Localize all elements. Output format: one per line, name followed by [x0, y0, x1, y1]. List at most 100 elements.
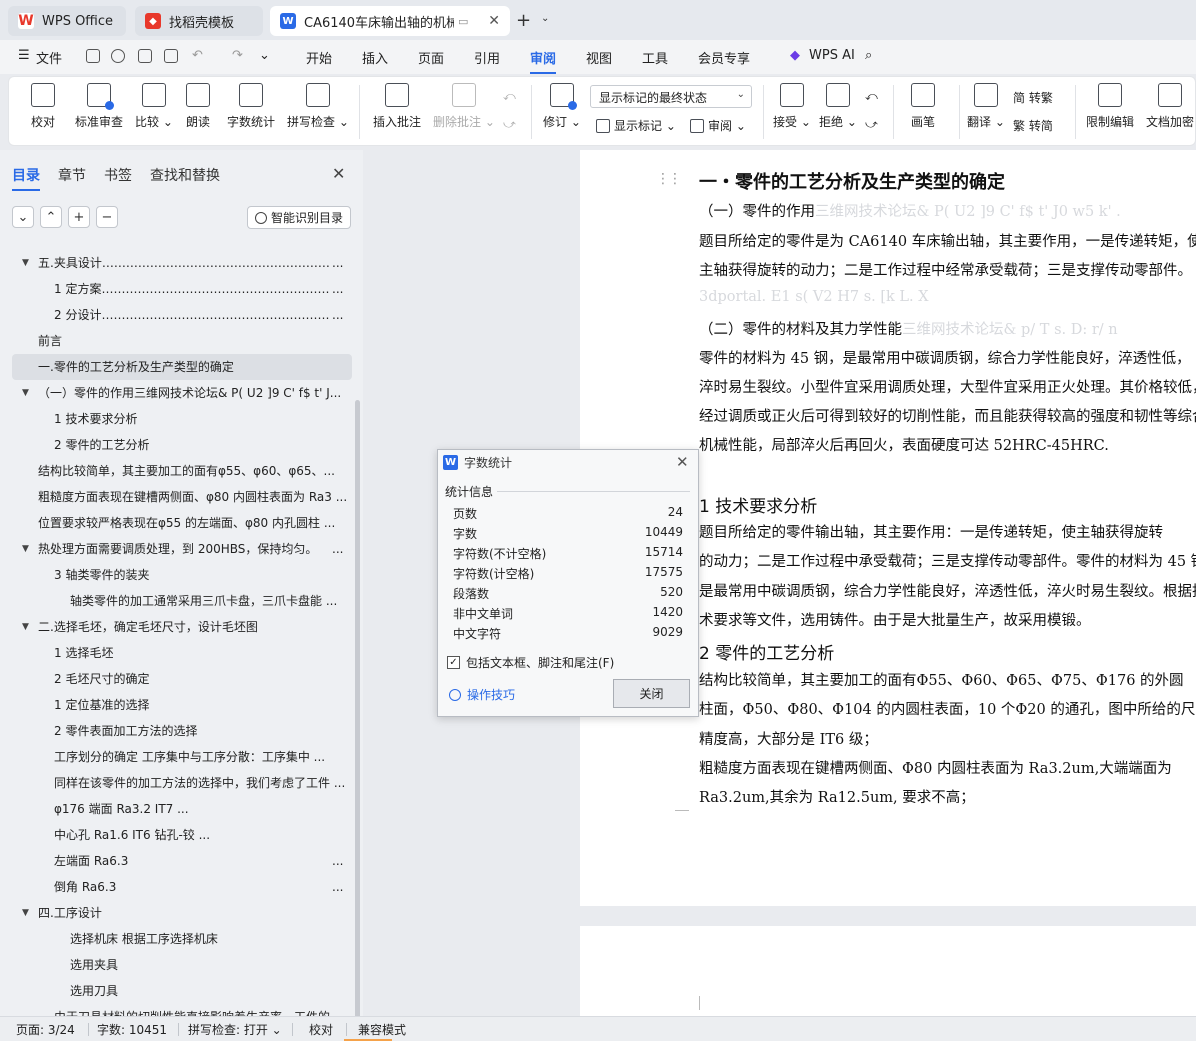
- toc-item[interactable]: 粗糙度方面表现在键槽两侧面、φ80 内圆柱表面为 Ra3 ...: [12, 484, 352, 510]
- body-text-line[interactable]: 是最常用中碳调质钢，综合力学性能良好，淬透性低，淬火时易生裂纹。根据技: [699, 580, 1196, 601]
- dialog-close-icon[interactable]: ✕: [676, 453, 689, 471]
- show-markup-button[interactable]: 显示标记 ⌄: [596, 117, 676, 134]
- toc-item[interactable]: 2 零件的工艺分析: [12, 432, 352, 458]
- expand-up-button[interactable]: ⌃: [40, 206, 62, 228]
- heading-line[interactable]: 一・零件的工艺分析及生产类型的确定: [699, 168, 1005, 194]
- menu-home[interactable]: 开始: [306, 48, 332, 67]
- body-text-line[interactable]: 术要求等文件，选用铸件。由于是大批量生产，故采用模锻。: [699, 609, 1091, 630]
- toc-item[interactable]: 由于刀具材料的切削性能直接影响着生产率、工件的 ...: [12, 1004, 352, 1016]
- toc-item[interactable]: 2 零件表面加工方法的选择: [12, 718, 352, 744]
- spell-check-button[interactable]: 拼写检查 ⌄: [287, 83, 349, 130]
- expand-triangle-icon[interactable]: ▼: [22, 536, 29, 562]
- redo-icon[interactable]: ↷: [232, 48, 243, 63]
- drag-handle-icon[interactable]: ⋮⋮: [656, 171, 682, 187]
- prev-change-icon[interactable]: ⤺: [865, 89, 878, 104]
- menu-view[interactable]: 视图: [586, 48, 612, 67]
- menu-review[interactable]: 审阅: [530, 48, 557, 74]
- chevron-down-icon[interactable]: ⌄: [541, 13, 549, 24]
- body-text-line[interactable]: （二）零件的材料及其力学性能三维网技术论坛& p/ T s. D: r/ n: [699, 318, 1118, 339]
- to-simplified-button[interactable]: 繁 转简: [1013, 117, 1053, 134]
- toc-item[interactable]: 2 分设计………………………………………………………………………………………..…: [12, 302, 352, 328]
- menu-tools[interactable]: 工具: [642, 48, 668, 67]
- body-text-line[interactable]: （一）零件的作用三维网技术论坛& P( U2 ]9 C' f$ t' J0 w5…: [699, 200, 1121, 221]
- markup-display-select[interactable]: 显示标记的最终状态 ⌄: [590, 85, 752, 108]
- toc-item[interactable]: 1 定方案………………………………………………………………………………………..…: [12, 276, 352, 302]
- toc-item[interactable]: 倒角 Ra6.3...: [12, 874, 352, 900]
- toc-item[interactable]: φ176 端面 Ra3.2 IT7 ...: [12, 796, 352, 822]
- search-icon[interactable]: ⌕: [865, 48, 872, 63]
- restrict-editing-button[interactable]: 限制编辑: [1086, 83, 1134, 130]
- next-change-icon[interactable]: ⤻: [865, 117, 878, 132]
- ink-button[interactable]: 画笔: [911, 83, 935, 130]
- body-text-line[interactable]: 题目所给定的零件输出轴，其主要作用：一是传递转矩，使主轴获得旋转: [699, 521, 1163, 542]
- compare-button[interactable]: 比较 ⌄: [135, 83, 173, 130]
- close-button[interactable]: 关闭: [613, 679, 690, 708]
- menu-insert[interactable]: 插入: [362, 48, 388, 67]
- toc-item[interactable]: 中心孔 Ra1.6 IT6 钻孔-铰 ...: [12, 822, 352, 848]
- toc-item[interactable]: 位置要求较严格表现在φ55 的左端面、φ80 内孔圆柱 ...: [12, 510, 352, 536]
- body-text-line[interactable]: 3dportal. E1 s( V2 H7 s. [k L. X: [699, 289, 929, 305]
- body-text-line[interactable]: 主轴获得旋转的动力；二是工作过程中经常承受载荷；三是支撑传动零部件。: [699, 259, 1192, 280]
- reject-button[interactable]: 拒绝 ⌄: [819, 83, 857, 130]
- toc-item[interactable]: 工序划分的确定 工序集中与工序分散：工序集中 ...: [12, 744, 352, 770]
- word-count-indicator[interactable]: 字数: 10451: [97, 1021, 167, 1038]
- tab-close-icon[interactable]: ✕: [488, 13, 500, 29]
- body-text-line[interactable]: 结构比较简单，其主要加工的面有Φ55、Φ60、Φ65、Φ75、Φ176 的外圆: [699, 669, 1184, 690]
- print-icon[interactable]: [138, 49, 152, 63]
- menu-file[interactable]: 文件: [36, 48, 62, 67]
- body-text-line[interactable]: 淬时易生裂纹。小型件宜采用调质处理，大型件宜采用正火处理。其价格较低，: [699, 376, 1196, 397]
- collapse-all-button[interactable]: ⌄: [12, 206, 34, 228]
- expand-triangle-icon[interactable]: ▼: [22, 614, 29, 640]
- toc-item[interactable]: 左端面 Ra6.3...: [12, 848, 352, 874]
- toc-item[interactable]: 1 技术要求分析: [12, 406, 352, 432]
- body-text-line[interactable]: Ra3.2um,其余为 Ra12.5um, 要求不高；: [699, 786, 975, 807]
- remove-heading-button[interactable]: −: [96, 206, 118, 228]
- nav-tab-bookmarks[interactable]: 书签: [104, 165, 132, 185]
- toc-item[interactable]: 选用夹具: [12, 952, 352, 978]
- toc-item[interactable]: 选用刀具: [12, 978, 352, 1004]
- translate-button[interactable]: 翻译 ⌄: [967, 83, 1005, 130]
- toc-item[interactable]: 3 轴类零件的装夹: [12, 562, 352, 588]
- proofread-button[interactable]: 校对: [31, 83, 55, 130]
- close-nav-icon[interactable]: ✕: [332, 164, 345, 183]
- menu-member[interactable]: 会员专享: [698, 48, 750, 67]
- read-aloud-button[interactable]: 朗读: [186, 83, 210, 130]
- body-text-line[interactable]: 柱面，Φ50、Φ80、Φ104 的内圆柱表面，10 个Φ20 的通孔，图中所给的…: [699, 698, 1196, 719]
- nav-tab-find-replace[interactable]: 查找和替换: [150, 165, 220, 185]
- expand-triangle-icon[interactable]: ▼: [22, 380, 29, 406]
- delete-comment-button[interactable]: 删除批注 ⌄: [433, 83, 495, 130]
- toc-item[interactable]: 前言: [12, 328, 352, 354]
- new-tab-plus-icon[interactable]: +: [516, 10, 531, 31]
- menu-layout[interactable]: 页面: [418, 48, 444, 67]
- toc-item[interactable]: ▼ 二.选择毛坯，确定毛坯尺寸，设计毛坯图: [12, 614, 352, 640]
- document-page-next[interactable]: [580, 926, 1196, 1016]
- tab-document[interactable]: W CA6140车床输出轴的机械加工 ▭ ✕: [270, 6, 510, 36]
- body-text-line[interactable]: 题目所给定的零件是为 CA6140 车床输出轴，其主要作用，一是传递转矩，使: [699, 230, 1196, 251]
- tab-docer-templates[interactable]: ◆ 找稻壳模板: [135, 6, 263, 36]
- add-heading-button[interactable]: +: [68, 206, 90, 228]
- body-text-line[interactable]: 粗糙度方面表现在键槽两侧面、Φ80 内圆柱表面为 Ra3.2um,大端端面为: [699, 757, 1172, 778]
- spell-check-status[interactable]: 拼写检查: 打开 ⌄: [188, 1021, 282, 1038]
- heading-line[interactable]: 2 零件的工艺分析: [699, 639, 834, 664]
- review-pane-button[interactable]: 审阅 ⌄: [690, 117, 746, 134]
- body-text-line[interactable]: 精度高，大部分是 IT6 级；: [699, 728, 878, 749]
- toc-item[interactable]: 一.零件的工艺分析及生产类型的确定: [12, 354, 352, 380]
- heading-line[interactable]: 1 技术要求分析: [699, 492, 817, 517]
- nav-scrollbar[interactable]: [355, 400, 360, 1041]
- toc-item[interactable]: ▼ 四.工序设计: [12, 900, 352, 926]
- print-preview-icon[interactable]: [164, 49, 178, 63]
- save-icon[interactable]: [86, 49, 100, 63]
- accept-button[interactable]: 接受 ⌄: [773, 83, 811, 130]
- more-chevron-icon[interactable]: ⌄: [259, 48, 270, 63]
- toc-item[interactable]: 选择机床 根据工序选择机床: [12, 926, 352, 952]
- include-textbox-checkbox[interactable]: ✓ 包括文本框、脚注和尾注(F): [447, 654, 614, 671]
- page-indicator[interactable]: 页面: 3/24: [16, 1021, 75, 1038]
- expand-triangle-icon[interactable]: ▼: [22, 900, 29, 926]
- toc-item[interactable]: ▼ 热处理方面需要调质处理，到 200HBS，保持均匀。...: [12, 536, 352, 562]
- expand-triangle-icon[interactable]: ▼: [22, 250, 29, 276]
- to-traditional-button[interactable]: 简 转繁: [1013, 89, 1053, 106]
- body-text-line[interactable]: 经过调质或正火后可得到较好的切削性能，而且能获得较高的强度和韧性等综合: [699, 405, 1196, 426]
- smart-toc-button[interactable]: 智能识别目录: [247, 206, 351, 229]
- prev-comment-icon[interactable]: ⤺: [503, 89, 516, 104]
- menu-wps-ai[interactable]: WPS AI: [809, 48, 855, 63]
